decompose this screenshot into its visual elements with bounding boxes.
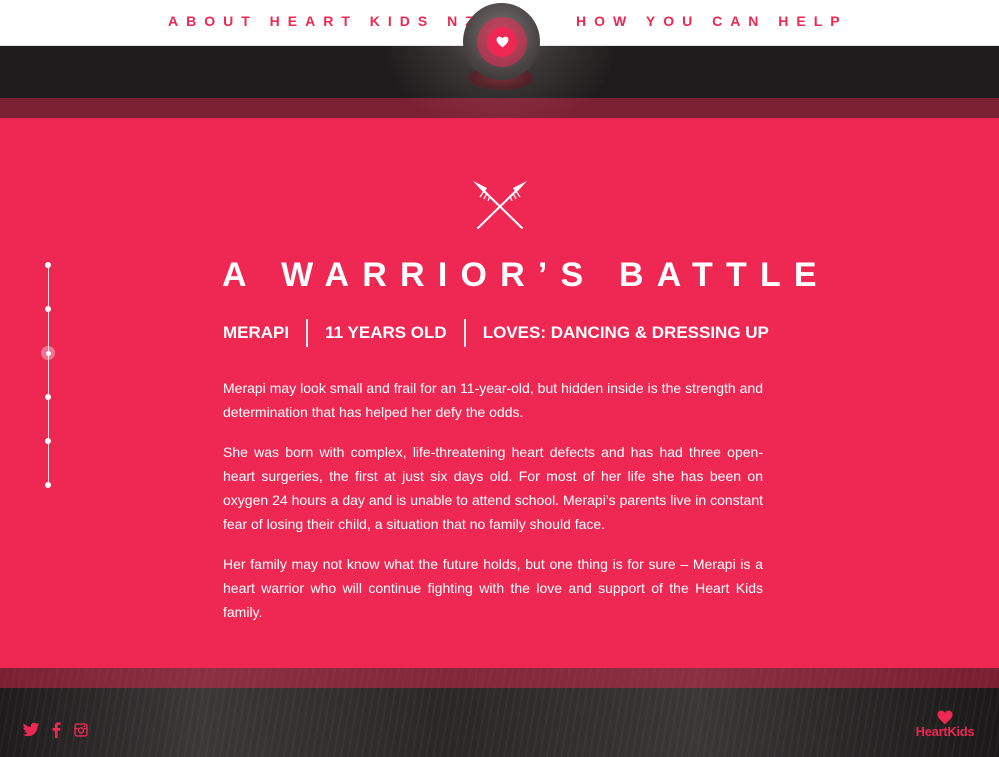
story-paragraph-3: Her family may not know what the future … — [223, 556, 763, 620]
fact-age: 11 YEARS OLD — [325, 323, 447, 342]
timeline-dot-3-active[interactable] — [41, 346, 55, 360]
twitter-icon — [22, 722, 40, 737]
timeline-dot-2[interactable] — [45, 306, 51, 312]
brand-wordmark: HeartKids — [915, 724, 975, 739]
timeline-dot-6[interactable] — [45, 482, 51, 488]
nav-link-how-you-can-help[interactable]: HOW YOU CAN HELP — [576, 13, 848, 29]
timeline-dot-1[interactable] — [45, 262, 51, 268]
logo-core — [487, 27, 517, 57]
fact-name: MERAPI — [223, 323, 290, 342]
timeline-dot-4[interactable] — [45, 394, 51, 400]
story-paragraph-1: Merapi may look small and frail for an 1… — [223, 380, 763, 420]
heart-icon — [937, 710, 953, 725]
footer-photo — [0, 668, 999, 757]
fact-loves: LOVES: DANCING & DRESSING UP — [482, 323, 769, 342]
footer-accent-band — [0, 668, 999, 688]
heartkids-logo[interactable]: HeartKids — [908, 710, 982, 742]
timeline-dot-5[interactable] — [45, 438, 51, 444]
timeline-track — [48, 265, 49, 485]
fact-divider — [306, 319, 309, 347]
instagram-icon — [74, 723, 88, 737]
story-facts: MERAPI 11 YEARS OLD LOVES: DANCING & DRE… — [223, 318, 769, 348]
facebook-icon — [52, 722, 61, 738]
facebook-link[interactable] — [52, 722, 61, 738]
story-paragraph-2: She was born with complex, life-threaten… — [223, 444, 763, 532]
hero-accent-band — [0, 98, 999, 118]
home-logo-button[interactable] — [463, 3, 540, 80]
fact-divider — [463, 319, 466, 347]
instagram-link[interactable] — [74, 722, 88, 738]
heart-icon — [496, 36, 508, 48]
nav-link-about[interactable]: ABOUT HEART KIDS NZ — [168, 13, 482, 29]
story-title: A WARRIOR’S BATTLE — [222, 256, 830, 294]
story-body: Merapi may look small and frail for an 1… — [223, 376, 763, 640]
twitter-link[interactable] — [22, 722, 40, 738]
crossed-spears-icon — [473, 181, 527, 229]
